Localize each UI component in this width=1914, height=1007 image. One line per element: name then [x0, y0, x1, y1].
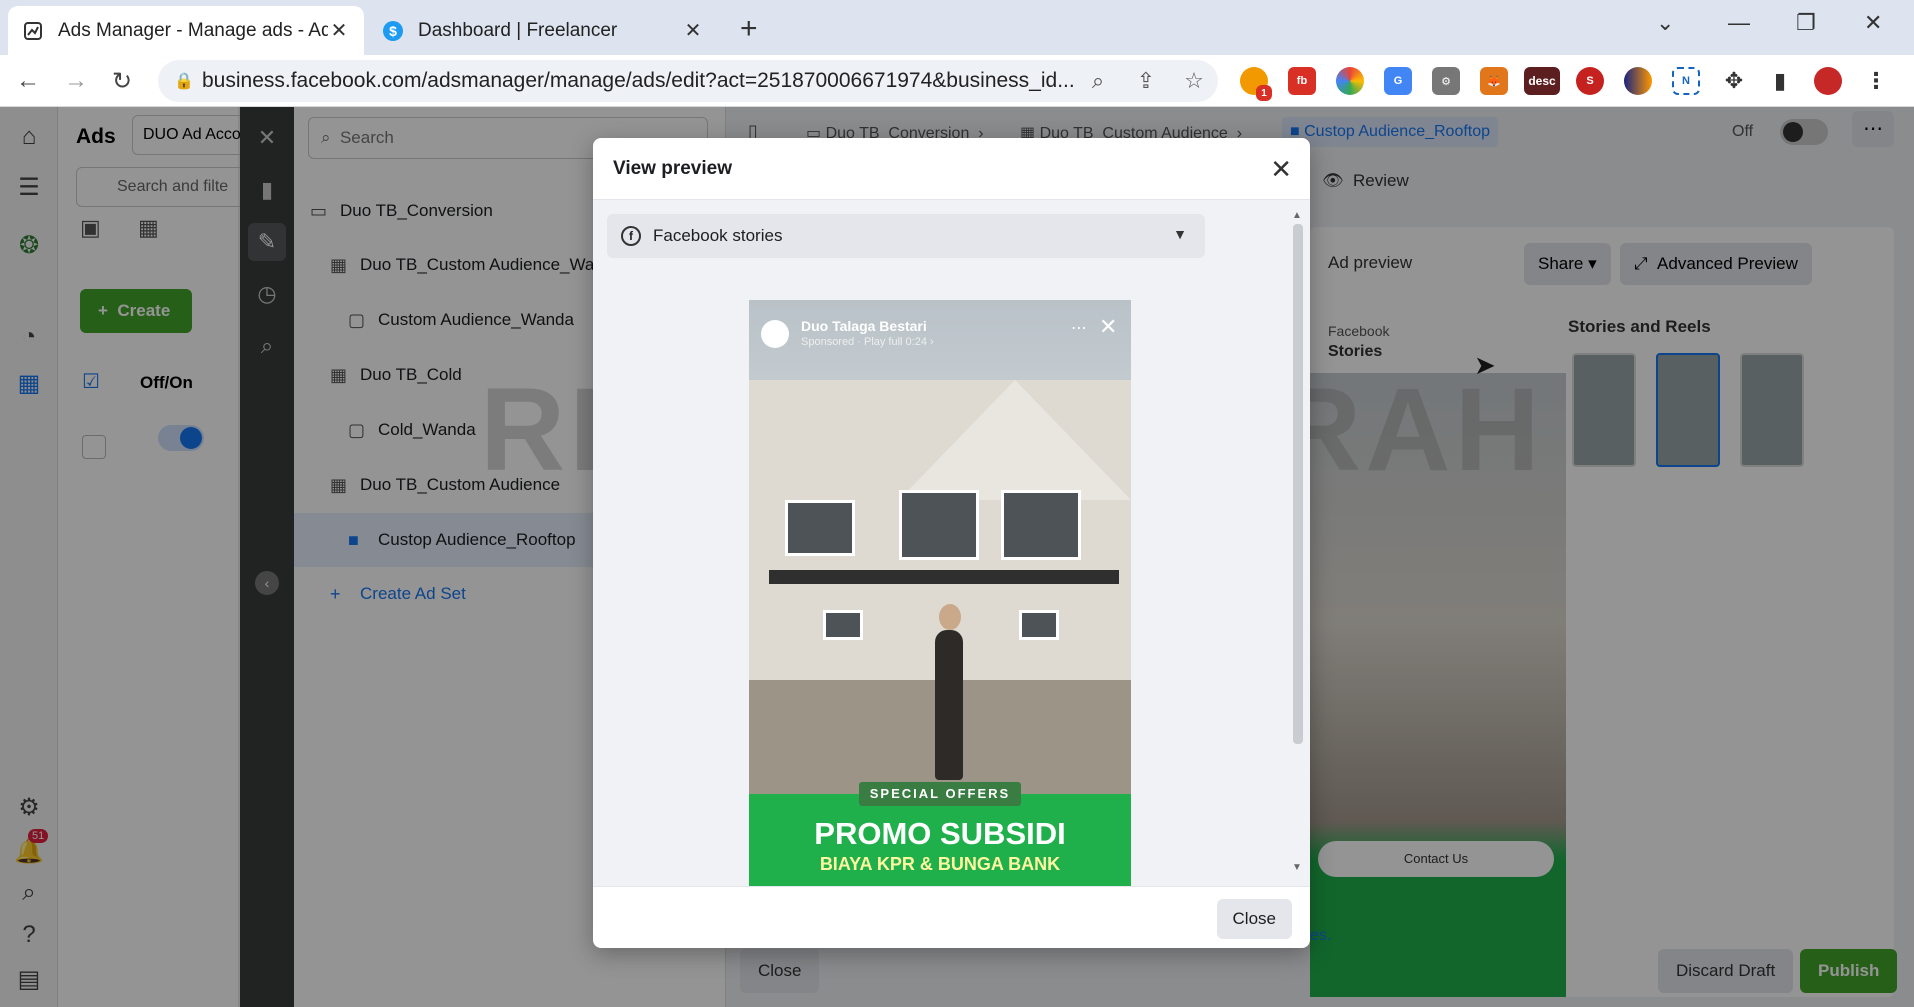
zoom-icon[interactable]: ⌕	[1074, 68, 1122, 94]
profile-avatar[interactable]	[1814, 67, 1842, 95]
lock-icon: 🔒	[174, 73, 194, 90]
promo-title: PROMO SUBSIDI	[814, 816, 1066, 851]
caret-down-icon: ▼	[1173, 226, 1187, 242]
modal-footer: Close	[593, 886, 1310, 948]
ads-manager-favicon-icon	[22, 20, 44, 42]
tab-title: Dashboard | Freelancer	[418, 19, 618, 41]
modal-body: f Facebook stories ▼ ▲ ▼ SPECIAL OFFERS …	[593, 200, 1310, 886]
freelancer-favicon-icon: $	[382, 20, 404, 42]
placement-dropdown-value: Facebook stories	[653, 226, 783, 245]
reload-icon[interactable]: ↻	[112, 67, 132, 96]
extension-9-icon[interactable]	[1624, 67, 1652, 95]
back-icon[interactable]: ←	[16, 67, 40, 95]
tab-freelancer[interactable]: $ Dashboard | Freelancer ✕	[368, 6, 718, 55]
extension-2-icon[interactable]: fb	[1288, 67, 1316, 95]
close-tab-icon[interactable]: ✕	[328, 18, 350, 43]
modal-close-icon[interactable]: ✕	[1270, 154, 1292, 185]
story-preview: SPECIAL OFFERS PROMO SUBSIDI BIAYA KPR &…	[749, 300, 1131, 886]
scroll-down-icon[interactable]: ▼	[1292, 862, 1302, 873]
url-text: business.facebook.com/adsmanager/manage/…	[202, 69, 1074, 92]
house-canopy	[769, 570, 1119, 584]
facebook-icon: f	[621, 226, 641, 246]
scroll-thumb[interactable]	[1293, 224, 1303, 744]
extension-3-icon[interactable]	[1336, 67, 1364, 95]
scroll-up-icon[interactable]: ▲	[1292, 210, 1302, 221]
tab-ads-manager[interactable]: Ads Manager - Manage ads - Ad ✕	[8, 6, 364, 55]
extension-8-icon[interactable]: S	[1576, 67, 1604, 95]
page-avatar	[761, 320, 789, 348]
extension-desc-icon[interactable]: desc	[1524, 67, 1560, 95]
mouse-cursor-icon: ➤	[1474, 350, 1496, 380]
forward-icon[interactable]: →	[64, 67, 88, 95]
tab-search-icon[interactable]: ⌄	[1656, 10, 1674, 36]
modal-title: View preview	[613, 157, 732, 179]
bookmark-star-icon[interactable]: ☆	[1170, 68, 1218, 94]
promo-subtitle: BIAYA KPR & BUNGA BANK	[819, 854, 1061, 874]
story-page-name: Duo Talaga Bestari	[801, 318, 927, 334]
extensions-puzzle-icon[interactable]: ✥	[1720, 67, 1748, 95]
close-button[interactable]: Close	[1216, 899, 1292, 939]
house-window	[823, 610, 863, 640]
house-window	[1019, 610, 1059, 640]
browser-toolbar: ← → ↻ 🔒 business.facebook.com/adsmanager…	[0, 55, 1914, 107]
modal-scrollbar[interactable]: ▲ ▼	[1290, 210, 1304, 873]
browser-tabbar: Ads Manager - Manage ads - Ad ✕ $ Dashbo…	[0, 0, 1914, 55]
restore-icon[interactable]: ❐	[1796, 10, 1816, 36]
browser-menu-icon[interactable]: ⋮	[1862, 67, 1890, 95]
metamask-icon[interactable]: 🦊	[1480, 67, 1508, 95]
side-panel-icon[interactable]: ▮	[1766, 67, 1794, 95]
story-close-icon[interactable]: ✕	[1099, 314, 1117, 340]
svg-text:$: $	[389, 23, 397, 39]
story-person	[935, 604, 963, 780]
extension-badge: 1	[1256, 85, 1272, 101]
view-preview-modal: View preview ✕ f Facebook stories ▼ ▲ ▼	[593, 138, 1310, 948]
placement-dropdown[interactable]: f Facebook stories ▼	[607, 214, 1205, 258]
translate-icon[interactable]: G	[1384, 67, 1412, 95]
house-roof	[899, 380, 1131, 500]
story-meta: Sponsored · Play full 0:24 ›	[801, 336, 934, 348]
house-window	[899, 490, 979, 560]
address-bar[interactable]: 🔒 business.facebook.com/adsmanager/manag…	[158, 60, 1218, 102]
special-offers-badge: SPECIAL OFFERS	[859, 782, 1021, 806]
house-window	[785, 500, 855, 556]
tab-title: Ads Manager - Manage ads - Ad	[58, 19, 328, 41]
extension-n-icon[interactable]: N	[1672, 67, 1700, 95]
extension-5-icon[interactable]: ⚙	[1432, 67, 1460, 95]
house-window	[1001, 490, 1081, 560]
minimize-icon[interactable]: —	[1728, 10, 1750, 36]
modal-header: View preview	[593, 138, 1310, 200]
story-more-icon[interactable]: ⋯	[1071, 318, 1087, 338]
window-close-icon[interactable]: ✕	[1864, 10, 1882, 36]
new-tab-icon[interactable]: +	[740, 12, 758, 46]
close-tab-icon[interactable]: ✕	[682, 18, 704, 43]
share-icon[interactable]: ⇪	[1122, 68, 1170, 94]
